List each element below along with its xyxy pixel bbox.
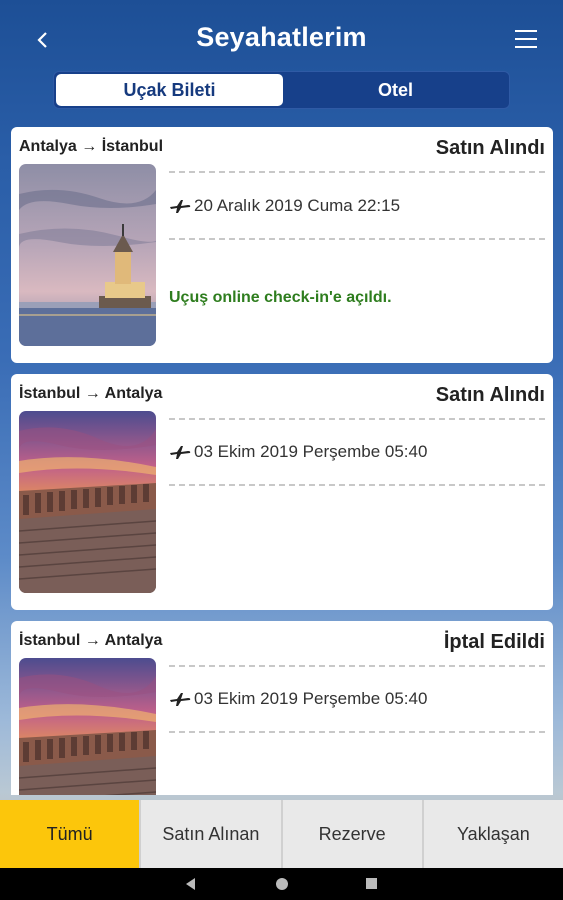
trip-route: Antalya → İstanbul	[19, 138, 164, 155]
header: Seyahatlerim	[0, 0, 563, 82]
menu-button[interactable]	[515, 30, 537, 50]
chevron-left-icon	[37, 32, 47, 48]
flight-date-row: 20 Aralık 2019 Cuma 22:15	[169, 196, 400, 216]
filter-tabs: Tümü Satın Alınan Rezerve Yaklaşan	[0, 800, 563, 868]
flight-date-row: 03 Ekim 2019 Perşembe 05:40	[169, 442, 427, 462]
flight-date: 03 Ekim 2019 Perşembe 05:40	[194, 689, 428, 708]
divider	[169, 418, 545, 420]
page-title: Seyahatlerim	[196, 22, 367, 52]
system-recents-icon[interactable]	[366, 878, 377, 889]
checkin-notice[interactable]: Uçuş online check-in'e açıldı.	[169, 289, 392, 307]
divider	[169, 665, 545, 667]
divider	[169, 731, 545, 733]
aspendos-theatre-photo	[19, 411, 156, 593]
trip-status: Satın Alındı	[435, 137, 545, 159]
maiden-tower-photo	[19, 164, 156, 346]
divider	[169, 238, 545, 240]
hamburger-menu-icon	[515, 30, 537, 48]
trip-route: İstanbul → Antalya	[19, 385, 163, 402]
category-tabs: Uçak Bileti Otel	[53, 71, 510, 109]
system-back-icon[interactable]	[186, 878, 195, 890]
airplane-icon	[170, 693, 191, 706]
tab-hotel[interactable]: Otel	[282, 74, 509, 106]
tab-flight-ticket[interactable]: Uçak Bileti	[56, 74, 283, 106]
aspendos-theatre-photo	[19, 658, 156, 795]
trip-status: Satın Alındı	[435, 384, 545, 406]
trip-status: İptal Edildi	[443, 631, 545, 653]
trip-route: İstanbul → Antalya	[19, 632, 163, 649]
back-button[interactable]	[28, 22, 58, 58]
airplane-icon	[170, 446, 191, 459]
airplane-icon	[170, 200, 191, 213]
trip-card[interactable]: İstanbul → Antalya İptal Edildi 03 Ekim …	[11, 621, 553, 795]
system-home-icon[interactable]	[276, 878, 288, 890]
trip-list[interactable]: Antalya → İstanbul Satın Alındı 20 Aralı…	[11, 127, 553, 795]
trip-card[interactable]: İstanbul → Antalya Satın Alındı 03 Ekim …	[11, 374, 553, 610]
divider	[169, 171, 545, 173]
flight-date: 03 Ekim 2019 Perşembe 05:40	[194, 442, 428, 461]
divider	[169, 484, 545, 486]
system-navigation-bar	[0, 868, 563, 900]
filter-tab-upcoming[interactable]: Yaklaşan	[421, 800, 563, 868]
filter-tab-all[interactable]: Tümü	[0, 800, 140, 868]
filter-tab-reserved[interactable]: Rezerve	[280, 800, 422, 868]
flight-date-row: 03 Ekim 2019 Perşembe 05:40	[169, 689, 427, 709]
trip-card[interactable]: Antalya → İstanbul Satın Alındı 20 Aralı…	[11, 127, 553, 363]
flight-date: 20 Aralık 2019 Cuma 22:15	[194, 196, 401, 215]
filter-tab-purchased[interactable]: Satın Alınan	[139, 800, 281, 868]
